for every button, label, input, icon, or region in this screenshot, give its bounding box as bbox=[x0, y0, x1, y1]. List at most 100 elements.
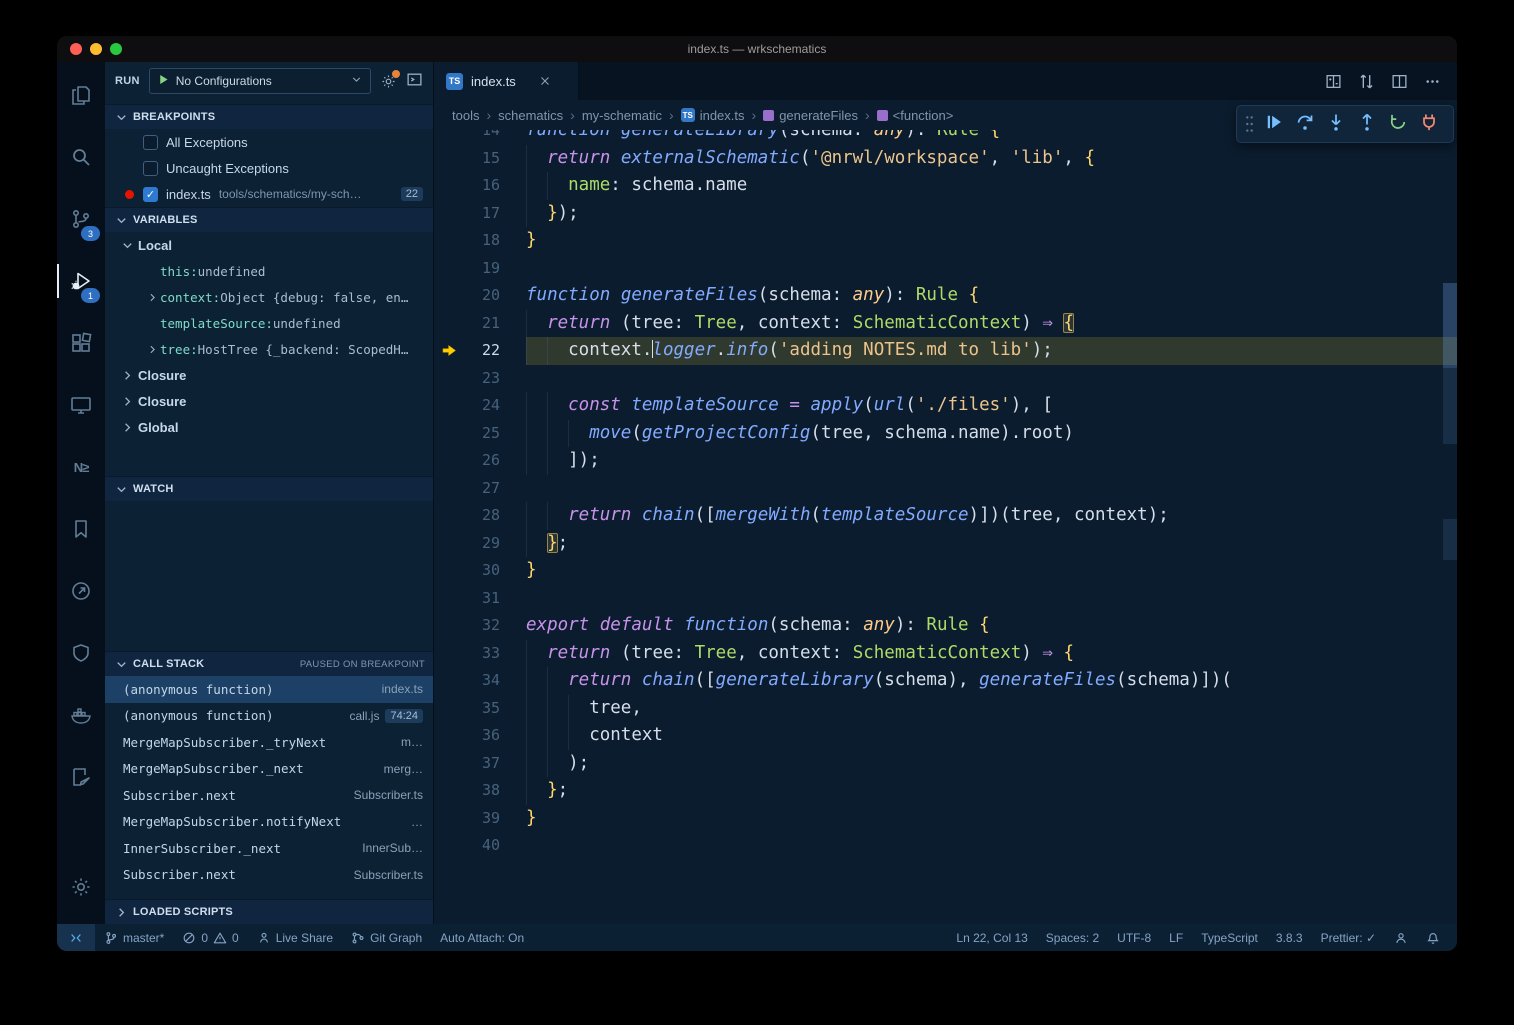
gutter[interactable]: 39 bbox=[434, 805, 526, 833]
activity-item-bookmarks[interactable] bbox=[57, 498, 105, 560]
settings-gear-icon[interactable] bbox=[380, 73, 397, 90]
gutter[interactable]: 28 bbox=[434, 502, 526, 530]
activity-item-explorer[interactable] bbox=[57, 64, 105, 126]
code-text[interactable]: name: schema.name bbox=[526, 172, 1457, 200]
gutter[interactable]: 18 bbox=[434, 227, 526, 255]
activity-item-source-control[interactable]: 3 bbox=[57, 188, 105, 250]
gutter[interactable]: 23 bbox=[434, 365, 526, 393]
gutter[interactable]: 32 bbox=[434, 612, 526, 640]
call-stack-frame[interactable]: Subscriber.nextSubscriber.ts bbox=[105, 782, 433, 809]
debug-current-line-arrow-icon[interactable] bbox=[434, 343, 464, 358]
status-cursor-position[interactable]: Ln 22, Col 13 bbox=[947, 924, 1036, 951]
code-text[interactable]: const templateSource = apply(url('./file… bbox=[526, 392, 1457, 420]
step-out-button[interactable] bbox=[1355, 112, 1379, 136]
status-feedback[interactable] bbox=[1385, 924, 1417, 951]
code-text[interactable] bbox=[526, 585, 1457, 613]
activity-item-docker[interactable] bbox=[57, 684, 105, 746]
gutter[interactable]: 29 bbox=[434, 530, 526, 558]
section-header-call-stack[interactable]: CALL STACK PAUSED ON BREAKPOINT bbox=[105, 651, 433, 676]
gutter[interactable]: 36 bbox=[434, 722, 526, 750]
call-stack-frame[interactable]: Subscriber.nextSubscriber.ts bbox=[105, 862, 433, 889]
code-text[interactable]: return chain([mergeWith(templateSource)]… bbox=[526, 502, 1457, 530]
section-header-watch[interactable]: WATCH bbox=[105, 476, 433, 501]
activity-item-security[interactable] bbox=[57, 622, 105, 684]
variables-scope[interactable]: Closure bbox=[105, 388, 433, 414]
disconnect-button[interactable] bbox=[1417, 112, 1441, 136]
gutter[interactable]: 16 bbox=[434, 172, 526, 200]
call-stack-frame[interactable]: (anonymous function)index.ts bbox=[105, 676, 433, 703]
activity-item-snippets[interactable] bbox=[57, 746, 105, 808]
activity-item-run-and-debug[interactable]: 1 bbox=[57, 250, 105, 312]
call-stack-frame[interactable]: (anonymous function)call.js74:24 bbox=[105, 703, 433, 730]
call-stack-frame[interactable]: MergeMapSubscriber._tryNextm… bbox=[105, 729, 433, 756]
breadcrumb-item[interactable]: tools bbox=[452, 108, 479, 123]
compare-changes-icon[interactable] bbox=[1358, 73, 1375, 90]
status-notifications[interactable] bbox=[1417, 924, 1449, 951]
code-text[interactable]: context bbox=[526, 722, 1457, 750]
section-header-variables[interactable]: VARIABLES bbox=[105, 207, 433, 232]
status-auto-attach[interactable]: Auto Attach: On bbox=[431, 924, 533, 951]
variable-row[interactable]: this: undefined bbox=[105, 258, 433, 284]
gutter[interactable]: 24 bbox=[434, 392, 526, 420]
gutter[interactable]: 26 bbox=[434, 447, 526, 475]
variable-row[interactable]: templateSource: undefined bbox=[105, 310, 433, 336]
breadcrumb-item[interactable]: generateFiles bbox=[763, 108, 858, 123]
code-text[interactable]: } bbox=[526, 227, 1457, 255]
variables-scope[interactable]: Closure bbox=[105, 362, 433, 388]
gutter[interactable]: 38 bbox=[434, 777, 526, 805]
code-text[interactable]: export default function(schema: any): Ru… bbox=[526, 612, 1457, 640]
code-text[interactable]: function generateFiles(schema: any): Rul… bbox=[526, 282, 1457, 310]
status-live-share[interactable]: Live Share bbox=[248, 924, 342, 951]
split-editor-icon[interactable] bbox=[1391, 73, 1408, 90]
status-prettier[interactable]: Prettier: ✓ bbox=[1312, 924, 1385, 951]
breakpoint-row[interactable]: All Exceptions bbox=[105, 129, 433, 155]
variable-row[interactable]: tree: HostTree {_backend: ScopedH… bbox=[105, 336, 433, 362]
step-over-button[interactable] bbox=[1293, 112, 1317, 136]
code-text[interactable]: }); bbox=[526, 200, 1457, 228]
activity-item-nx-console[interactable]: N≥ bbox=[57, 436, 105, 498]
breadcrumb-item[interactable]: my-schematic bbox=[582, 108, 662, 123]
more-actions-icon[interactable] bbox=[1424, 73, 1441, 90]
activity-item-browser-preview[interactable] bbox=[57, 560, 105, 622]
close-tab-icon[interactable] bbox=[538, 74, 552, 88]
code-text[interactable]: ]); bbox=[526, 447, 1457, 475]
breadcrumb-item[interactable]: TSindex.ts bbox=[681, 108, 745, 123]
section-header-breakpoints[interactable]: BREAKPOINTS bbox=[105, 104, 433, 129]
code-text[interactable]: ); bbox=[526, 750, 1457, 778]
code-text[interactable] bbox=[526, 475, 1457, 503]
checkbox[interactable] bbox=[143, 187, 158, 202]
code-text[interactable]: context.logger.info('adding NOTES.md to … bbox=[526, 337, 1457, 365]
gutter[interactable]: 25 bbox=[434, 420, 526, 448]
gutter[interactable]: 34 bbox=[434, 667, 526, 695]
code-text[interactable]: }; bbox=[526, 530, 1457, 558]
activity-item-extensions[interactable] bbox=[57, 312, 105, 374]
gutter[interactable]: 19 bbox=[434, 255, 526, 283]
zoom-window-button[interactable] bbox=[110, 43, 122, 55]
restart-button[interactable] bbox=[1386, 112, 1410, 136]
checkbox[interactable] bbox=[143, 135, 158, 150]
code-text[interactable]: }; bbox=[526, 777, 1457, 805]
variables-scope[interactable]: Global bbox=[105, 414, 433, 440]
gutter[interactable]: 14 bbox=[434, 130, 526, 145]
variable-row[interactable]: context: Object {debug: false, en… bbox=[105, 284, 433, 310]
gutter[interactable]: 15 bbox=[434, 145, 526, 173]
minimize-window-button[interactable] bbox=[90, 43, 102, 55]
status-problems[interactable]: 00 bbox=[173, 924, 247, 951]
status-eol[interactable]: LF bbox=[1160, 924, 1192, 951]
drag-handle-icon[interactable] bbox=[1244, 113, 1255, 135]
breadcrumb-item[interactable]: <function> bbox=[877, 108, 954, 123]
gutter[interactable]: 20 bbox=[434, 282, 526, 310]
gutter[interactable]: 35 bbox=[434, 695, 526, 723]
checkbox[interactable] bbox=[143, 161, 158, 176]
section-header-loaded-scripts[interactable]: LOADED SCRIPTS bbox=[105, 899, 433, 924]
breakpoint-row[interactable]: index.tstools/schematics/my-sch…22 bbox=[105, 181, 433, 207]
status-git-graph[interactable]: Git Graph bbox=[342, 924, 431, 951]
code-text[interactable]: } bbox=[526, 805, 1457, 833]
code-text[interactable]: return chain([generateLibrary(schema), g… bbox=[526, 667, 1457, 695]
activity-item-remote-explorer[interactable] bbox=[57, 374, 105, 436]
breakpoint-row[interactable]: Uncaught Exceptions bbox=[105, 155, 433, 181]
status-ts-version[interactable]: 3.8.3 bbox=[1267, 924, 1312, 951]
activity-item-search[interactable] bbox=[57, 126, 105, 188]
status-git-branch[interactable]: master* bbox=[95, 924, 173, 951]
code-text[interactable] bbox=[526, 365, 1457, 393]
